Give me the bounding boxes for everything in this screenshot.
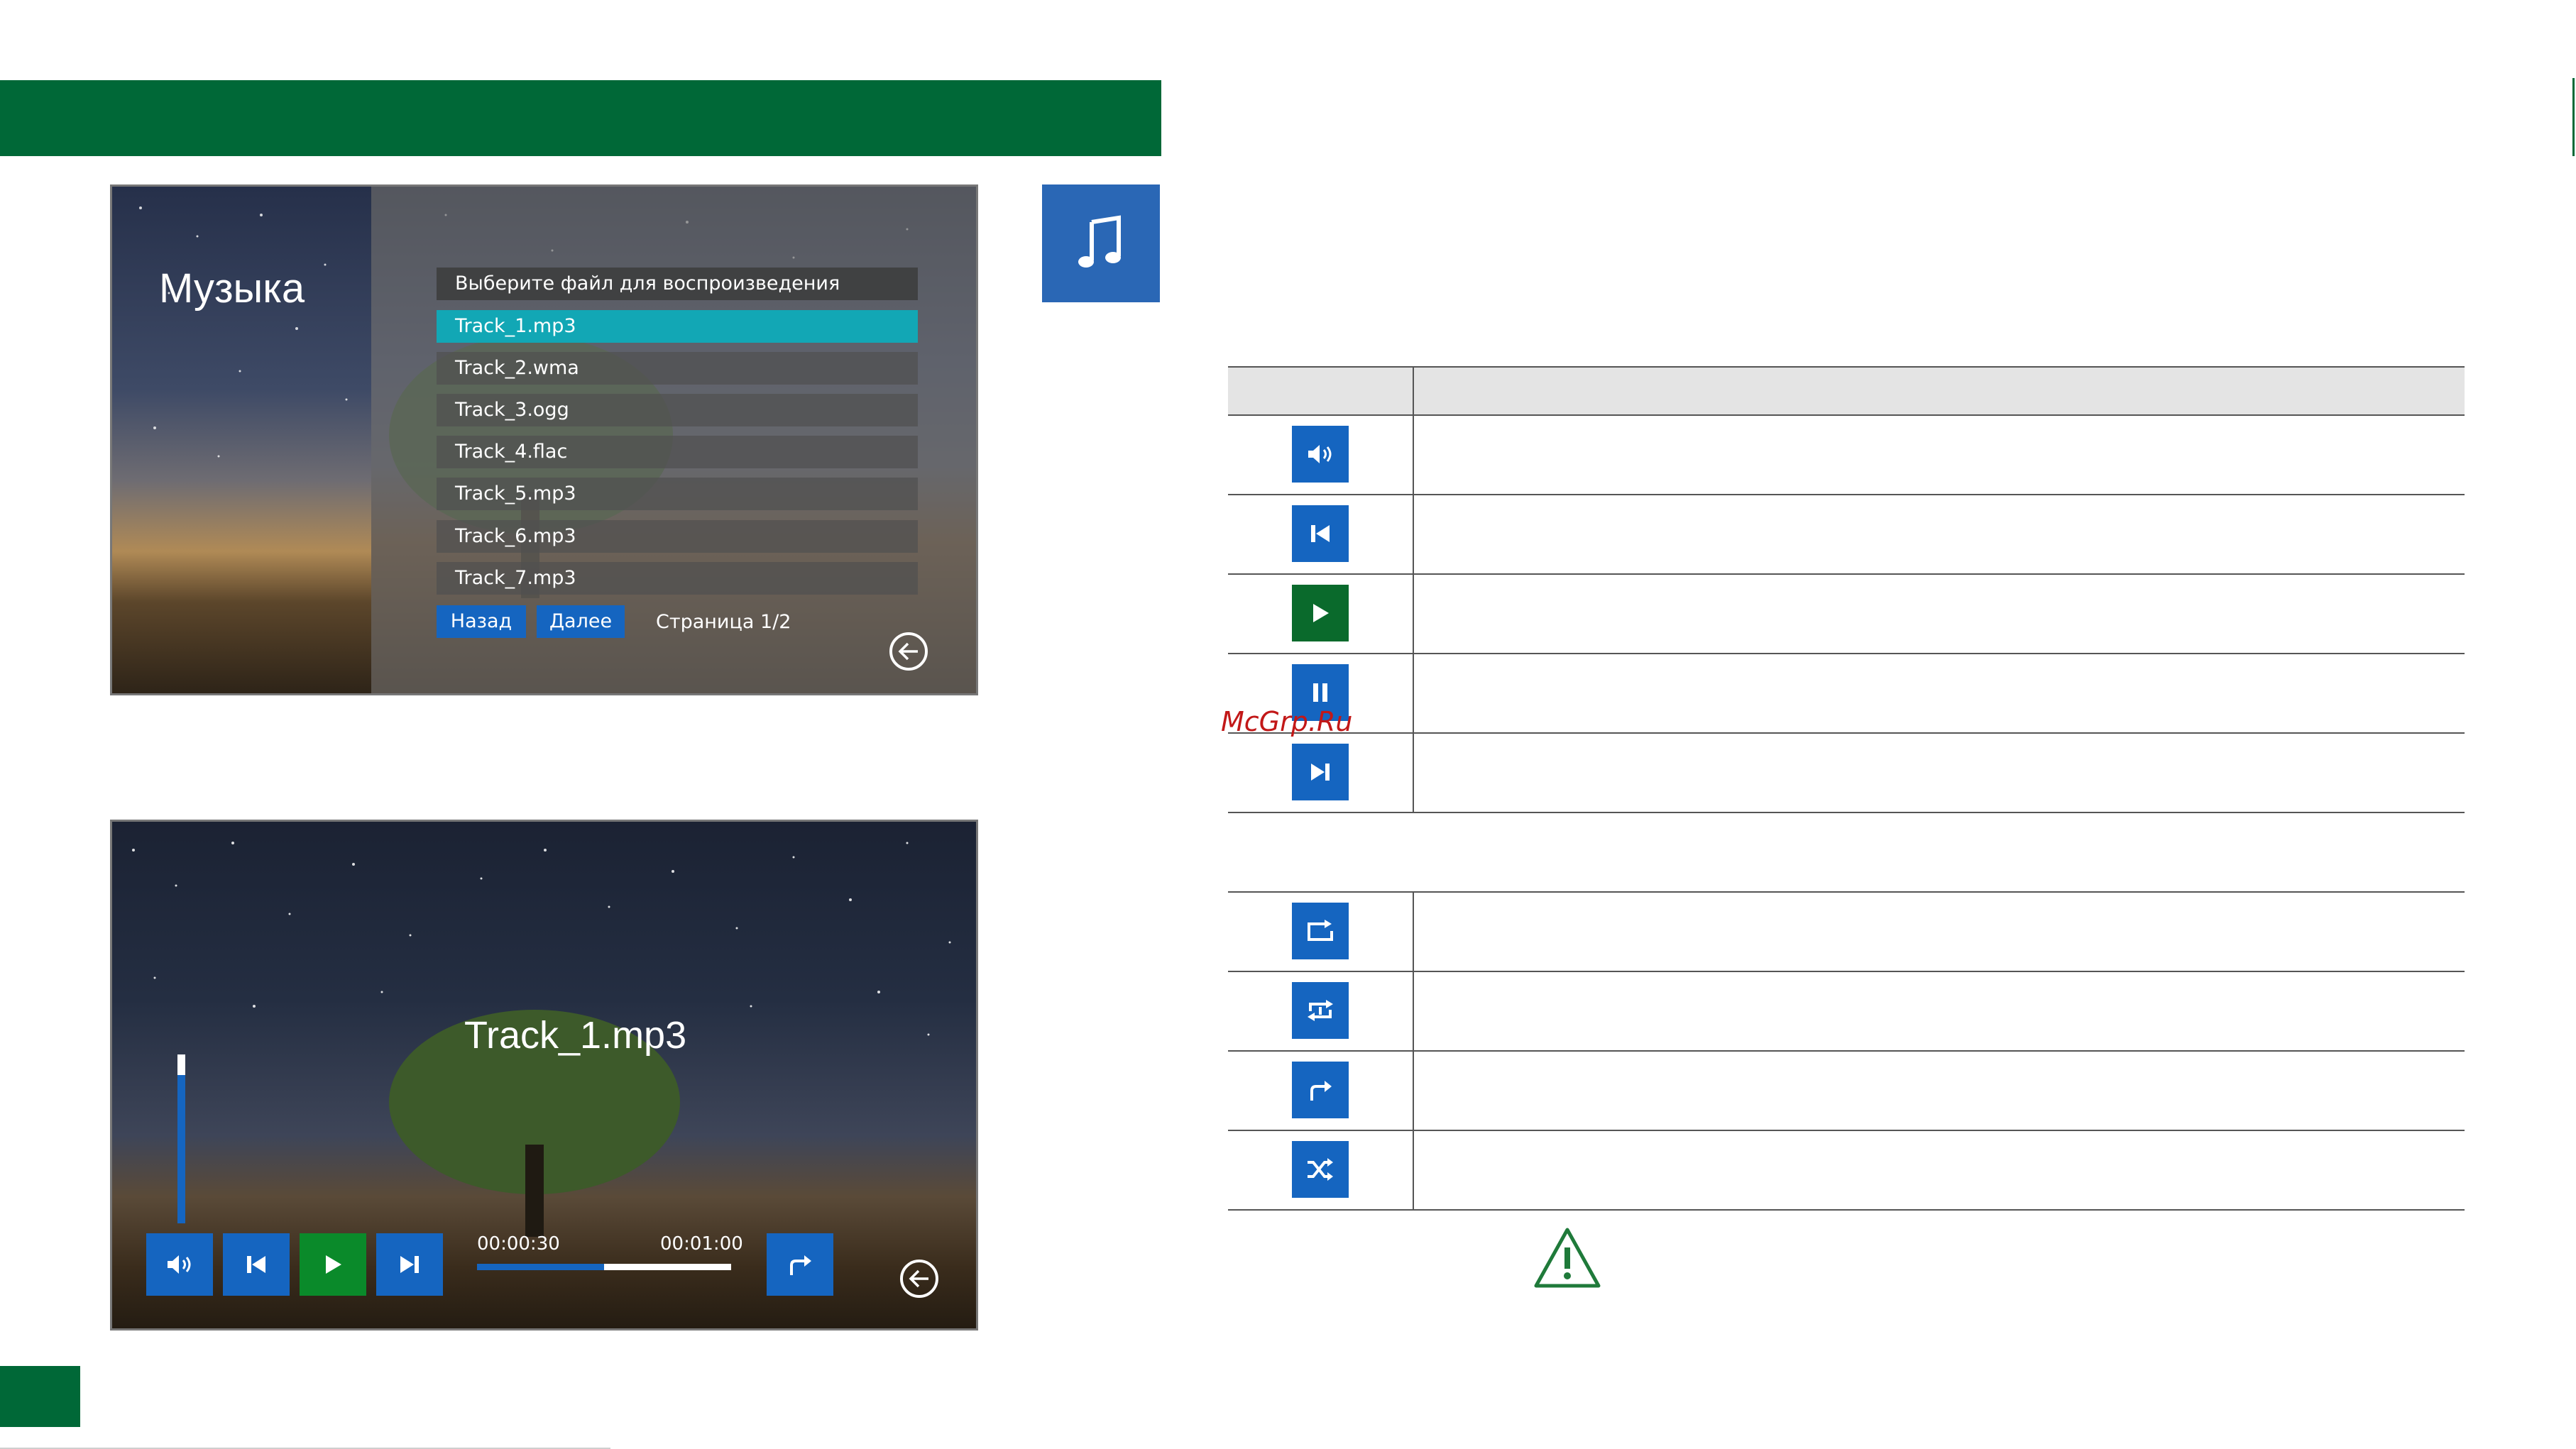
return-arrow-icon[interactable] — [900, 1260, 938, 1298]
screen-title: Музыка — [159, 265, 305, 312]
next-page-button[interactable]: Далее — [537, 605, 625, 638]
watermark: McGrp.Ru — [1221, 706, 1353, 737]
repeat-one-icon — [1292, 982, 1349, 1039]
progress-bar[interactable] — [477, 1264, 731, 1270]
table-rule — [1228, 1209, 2465, 1211]
repeat-all-icon — [1292, 903, 1349, 959]
file-item[interactable]: Track_2.wma — [437, 352, 918, 385]
file-item[interactable]: Track_5.mp3 — [437, 478, 918, 510]
progress-fill — [477, 1264, 604, 1270]
table-rule — [1228, 732, 2465, 734]
back-page-button[interactable]: Назад — [437, 605, 526, 638]
volume-icon — [168, 1255, 191, 1274]
return-arrow-icon[interactable] — [889, 632, 928, 671]
page-indicator: Страница 1/2 — [656, 611, 791, 633]
table-divider — [1413, 366, 1414, 812]
play-next-icon — [790, 1255, 811, 1275]
file-item[interactable]: Track_3.ogg — [437, 394, 918, 426]
table-rule — [1228, 573, 2465, 575]
table-rule — [1228, 653, 2465, 654]
file-item[interactable]: Track_6.mp3 — [437, 520, 918, 553]
table-rule — [1228, 971, 2465, 972]
shuffle-icon — [1292, 1141, 1349, 1198]
page-corner-block — [0, 1366, 80, 1427]
play-icon — [1292, 585, 1349, 641]
music-file-list-screen: Музыка Выберите файл для воспроизведения… — [110, 184, 978, 695]
music-note-icon — [1042, 184, 1160, 302]
file-item[interactable]: Track_4.flac — [437, 436, 918, 468]
table-rule — [1228, 812, 2465, 813]
edge-mark — [2572, 78, 2575, 156]
total-time: 00:01:00 — [660, 1233, 743, 1255]
previous-track-icon — [247, 1256, 265, 1273]
next-track-button[interactable] — [376, 1233, 443, 1296]
next-track-icon — [1292, 744, 1349, 800]
volume-button[interactable] — [146, 1233, 213, 1296]
current-time: 00:00:30 — [477, 1233, 560, 1255]
table-rule — [1228, 494, 2465, 495]
next-track-icon — [400, 1256, 419, 1273]
volume-level — [177, 1074, 185, 1223]
previous-track-button[interactable] — [223, 1233, 290, 1296]
previous-track-icon — [1292, 505, 1349, 562]
music-player-screen: Track_1.mp3 00:00:30 00:01:00 — [110, 820, 978, 1330]
play-icon — [326, 1255, 341, 1274]
section-header-bar — [0, 80, 1161, 156]
file-item[interactable]: Track_1.mp3 — [437, 310, 918, 343]
table-rule — [1228, 1130, 2465, 1131]
track-title: Track_1.mp3 — [464, 1014, 687, 1057]
warning-icon — [1534, 1228, 1601, 1288]
play-next-mode-button[interactable] — [767, 1233, 833, 1296]
play-next-icon — [1292, 1062, 1349, 1118]
volume-slider[interactable] — [177, 1054, 185, 1223]
play-button[interactable] — [300, 1233, 366, 1296]
list-header: Выберите файл для воспроизведения — [437, 268, 918, 300]
volume-icon — [1292, 426, 1349, 483]
file-item[interactable]: Track_7.mp3 — [437, 562, 918, 595]
table-rule — [1228, 1050, 2465, 1052]
